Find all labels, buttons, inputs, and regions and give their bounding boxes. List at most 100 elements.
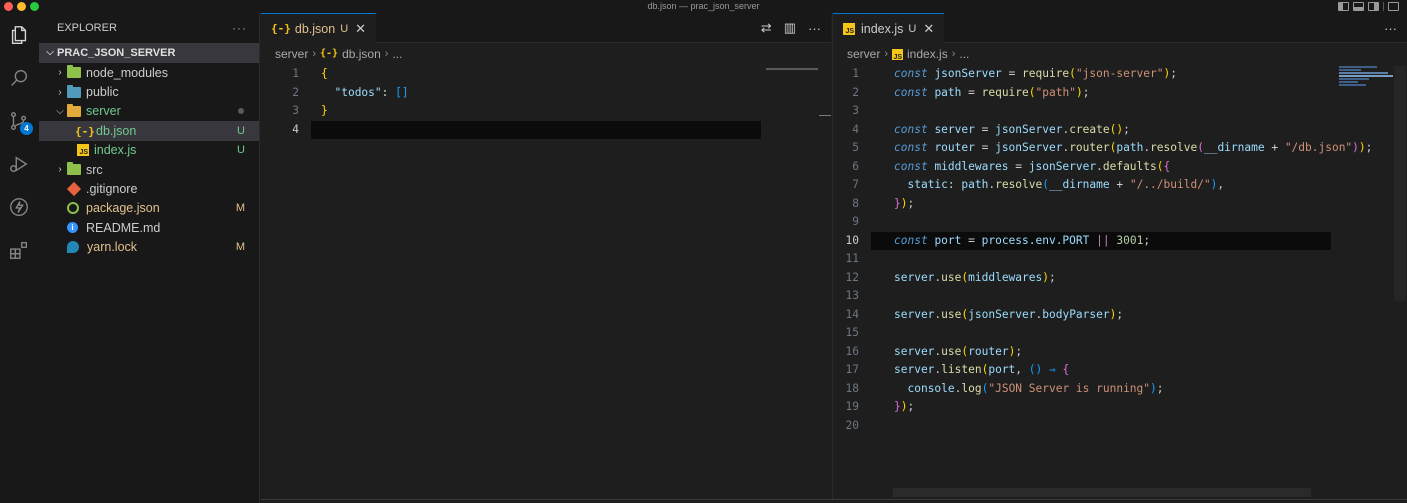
code-token: 3001: [1116, 233, 1144, 247]
breadcrumb: server › {-} db.json › ...: [261, 43, 831, 65]
code-token: static: [907, 178, 948, 191]
breadcrumb-file[interactable]: db.json: [342, 43, 381, 65]
code-line: 12 server.use(middlewares);: [833, 269, 1407, 288]
code-token: __dirname: [1049, 178, 1110, 191]
close-icon[interactable]: ✕: [923, 21, 934, 37]
code-line-current: 10 const port = process.env.PORT || 3001…: [833, 231, 1407, 250]
line-number: 15: [845, 326, 859, 339]
tab-db-json[interactable]: {-} db.json U ✕: [261, 13, 377, 43]
workspace-folder-label: PRAC_JSON_SERVER: [57, 47, 176, 59]
tree-item-readme[interactable]: i README.md: [39, 218, 259, 237]
window-title: db.json — prac_json_server: [647, 1, 760, 11]
editor-group-right: JS index.js U ✕ ··· server › JS index.js…: [832, 13, 1407, 503]
code-token: listen: [941, 363, 982, 376]
toggle-panel-icon[interactable]: [1353, 2, 1364, 11]
line-number: 1: [292, 67, 299, 80]
code-line: 4 const server = jsonServer.create();: [833, 121, 1407, 140]
files-icon[interactable]: [7, 23, 31, 47]
code-line: 17 server.listen(port, () ⇒ {: [833, 361, 1407, 380]
code-token: path: [1116, 141, 1144, 154]
code-token: create: [1069, 122, 1110, 136]
tree-item-public[interactable]: › public: [39, 82, 259, 101]
toggle-primary-sidebar-icon[interactable]: [1338, 2, 1349, 11]
code-editor[interactable]: 1 { 2 "todos": [] 3 } 4: [261, 65, 831, 139]
line-number: 5: [852, 141, 859, 154]
toggle-secondary-sidebar-icon[interactable]: [1368, 2, 1379, 11]
tree-item-server[interactable]: ⌵ server: [39, 102, 259, 121]
minimap[interactable]: [1339, 66, 1393, 94]
tree-item-label: .gitignore: [86, 182, 138, 197]
explorer-sidebar: EXPLORER ··· ⌵ PRAC_JSON_SERVER › node_m…: [39, 13, 260, 503]
line-number: 10: [845, 233, 859, 247]
code-token: defaults: [1102, 159, 1157, 173]
code-line-current: 4: [261, 120, 831, 139]
code-line: 7 static: path.resolve(__dirname + "/../…: [833, 176, 1407, 195]
minimap-line: [1339, 75, 1393, 77]
json-file-icon: {-}: [75, 124, 95, 138]
code-line: 11: [833, 250, 1407, 269]
minimap-line: [1339, 72, 1388, 74]
code-line: 16 server.use(router);: [833, 343, 1407, 362]
git-icon: [66, 181, 82, 197]
code-line: 13: [833, 287, 1407, 306]
breadcrumb-file[interactable]: index.js: [907, 43, 948, 65]
code-token: jsonServer: [995, 141, 1063, 154]
minimap-line: [1339, 78, 1369, 80]
code-token: server: [894, 307, 935, 321]
code-token: middlewares: [934, 159, 1009, 173]
breadcrumb-symbol[interactable]: ...: [959, 43, 969, 65]
tree-item-package-json[interactable]: package.json M: [39, 199, 259, 218]
more-actions-icon[interactable]: ···: [808, 21, 821, 36]
activity-bar: 4: [0, 13, 39, 503]
breadcrumb-symbol[interactable]: ...: [392, 43, 402, 65]
line-number: 3: [292, 104, 299, 117]
breadcrumb-folder[interactable]: server: [275, 43, 308, 65]
chevron-right-icon: ›: [58, 86, 62, 98]
chevron-right-icon: ›: [58, 67, 62, 79]
breadcrumb-separator: ›: [884, 48, 889, 60]
tree-item-yarn-lock[interactable]: yarn.lock M: [39, 238, 259, 257]
tree-item-gitignore[interactable]: .gitignore: [39, 179, 259, 198]
line-number: 16: [845, 344, 859, 358]
yarn-icon: [67, 241, 79, 254]
vertical-scrollbar[interactable]: [1394, 66, 1406, 301]
search-icon[interactable]: [7, 66, 31, 90]
current-line-highlight: [311, 120, 761, 139]
tree-item-node-modules[interactable]: › node_modules: [39, 63, 259, 82]
customize-layout-icon[interactable]: [1388, 2, 1399, 11]
code-editor[interactable]: 1 const jsonServer = require("json-serve…: [833, 65, 1407, 435]
tab-index-js[interactable]: JS index.js U ✕: [833, 13, 945, 43]
status-letter: M: [235, 241, 245, 254]
tree-item-src[interactable]: › src: [39, 160, 259, 179]
workspace-folder[interactable]: ⌵ PRAC_JSON_SERVER: [39, 43, 259, 63]
explorer-more-icon[interactable]: ···: [232, 13, 247, 43]
more-actions-icon[interactable]: ···: [1384, 21, 1397, 36]
code-token: "/../build/": [1129, 178, 1211, 191]
close-icon[interactable]: ✕: [355, 21, 366, 37]
explorer-header: EXPLORER ···: [39, 13, 259, 43]
folder-icon: [67, 84, 81, 98]
code-line: 20: [833, 417, 1407, 436]
code-line: 15: [833, 324, 1407, 343]
code-token: port: [988, 363, 1016, 376]
split-editor-icon[interactable]: ▥: [784, 20, 796, 36]
tree-item-label: yarn.lock: [87, 240, 138, 255]
extensions-icon[interactable]: [7, 238, 31, 262]
code-token: "/db.json": [1284, 141, 1353, 154]
folder-open-icon: [67, 103, 81, 117]
tree-item-db-json[interactable]: {-} db.json U: [39, 121, 259, 141]
code-line: 1 {: [261, 65, 831, 84]
source-control-icon[interactable]: 4: [7, 109, 33, 135]
tree-item-label: db.json: [96, 123, 137, 138]
open-changes-icon[interactable]: ⇄: [761, 20, 772, 36]
horizontal-scrollbar[interactable]: [893, 488, 1311, 497]
tree-item-index-js[interactable]: JS index.js U: [39, 141, 259, 160]
code-token: server: [894, 270, 935, 284]
line-number: 8: [852, 196, 859, 210]
minimap[interactable]: [766, 68, 818, 70]
code-token: jsonServer: [968, 307, 1036, 321]
run-debug-icon[interactable]: [7, 152, 31, 176]
lightning-icon[interactable]: [7, 195, 31, 219]
code-line: 1 const jsonServer = require("json-serve…: [833, 65, 1407, 84]
breadcrumb-folder[interactable]: server: [847, 43, 880, 65]
